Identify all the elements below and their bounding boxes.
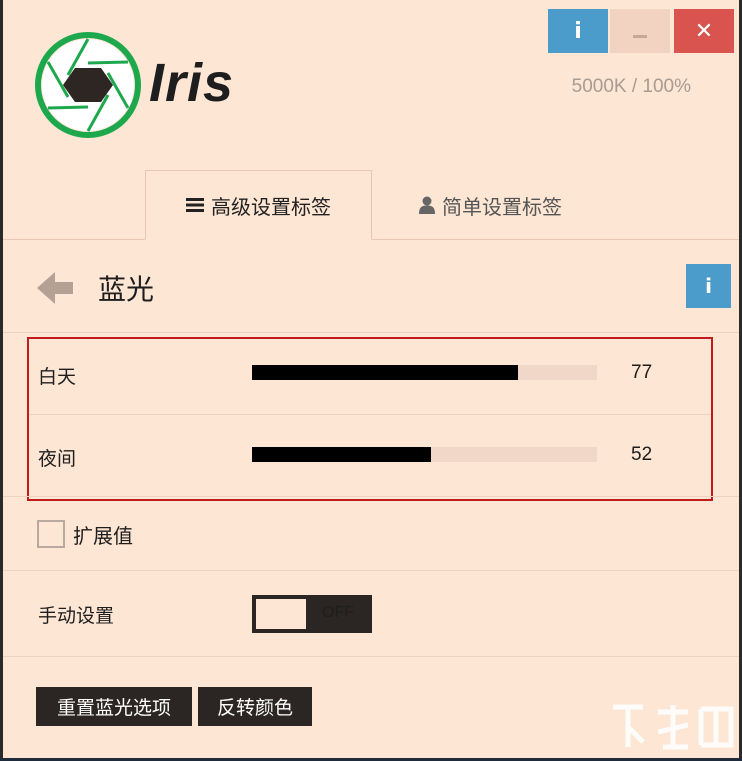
info-icon: i	[705, 274, 712, 298]
divider	[3, 656, 739, 657]
tab-label: 简单设置标签	[442, 194, 562, 219]
menu-icon	[186, 197, 204, 213]
reset-bluelight-button[interactable]: 重置蓝光选项	[36, 687, 192, 726]
window-info-button[interactable]: i	[548, 9, 608, 53]
divider	[3, 570, 739, 571]
info-icon: i	[574, 18, 582, 44]
tab-label: 高级设置标签	[211, 194, 331, 219]
invert-colors-button[interactable]: 反转颜色	[198, 687, 312, 726]
toggle-knob	[256, 599, 306, 629]
iris-logo-icon	[35, 32, 141, 138]
back-arrow-icon[interactable]	[35, 268, 75, 308]
divider	[3, 496, 739, 497]
manual-settings-label: 手动设置	[38, 605, 115, 627]
highlight-annotation-box	[27, 337, 713, 501]
window-minimize-button[interactable]	[610, 9, 670, 53]
divider	[3, 332, 739, 333]
extended-values-label: 扩展值	[73, 524, 133, 548]
section-title: 蓝光	[98, 273, 155, 306]
user-icon	[419, 196, 435, 214]
extended-values-checkbox[interactable]	[37, 520, 65, 548]
close-icon: ✕	[694, 18, 714, 44]
app-name: Iris	[149, 53, 235, 113]
iris-window: i ✕ 5000K / 100% Iris 高级设置标签 简单设置标签 蓝光 i…	[0, 0, 742, 758]
toggle-state: OFF	[322, 604, 354, 621]
minimize-icon	[633, 34, 647, 38]
window-close-button[interactable]: ✕	[674, 9, 734, 53]
section-info-button[interactable]: i	[686, 264, 731, 308]
watermark-logo-icon	[613, 704, 734, 750]
tab-advanced-settings[interactable]: 高级设置标签	[145, 170, 372, 240]
tab-simple-settings[interactable]: 简单设置标签	[398, 170, 583, 240]
manual-settings-toggle[interactable]: OFF	[252, 595, 372, 633]
temperature-readout: 5000K / 100%	[571, 76, 691, 97]
